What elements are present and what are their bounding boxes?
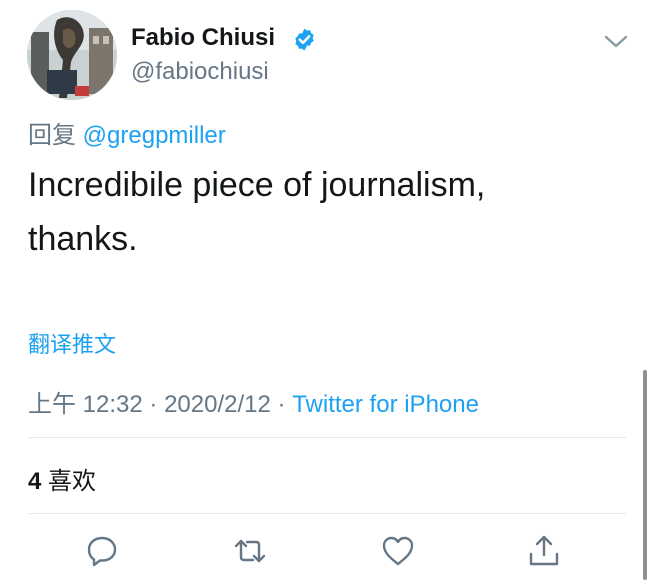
reply-context: 回复 @gregpmiller	[28, 115, 226, 150]
avatar-photo	[27, 10, 117, 100]
avatar[interactable]	[27, 10, 117, 100]
reply-mention-link[interactable]: @gregpmiller	[83, 122, 226, 149]
reply-prefix: 回复	[28, 122, 76, 149]
tweet-text: Incredibile piece of journalism, thanks.	[28, 158, 598, 266]
reply-bubble-icon[interactable]	[84, 533, 120, 569]
tweet-source-link[interactable]: Twitter for iPhone	[292, 391, 479, 418]
verified-badge-icon	[295, 28, 314, 51]
scrollbar[interactable]	[643, 370, 647, 580]
meta-separator: ·	[149, 391, 165, 418]
tweet-time: 上午 12:32	[28, 391, 143, 418]
retweet-icon[interactable]	[232, 533, 268, 569]
likes-summary[interactable]: 4 喜欢	[28, 461, 96, 496]
heart-icon[interactable]	[380, 533, 416, 569]
chevron-down-icon[interactable]	[603, 32, 629, 52]
divider	[28, 513, 626, 514]
like-label: 喜欢	[48, 468, 97, 495]
translate-tweet-link[interactable]: 翻译推文	[28, 327, 116, 359]
meta-separator: ·	[277, 391, 293, 418]
tweet-metadata: 上午 12:32 · 2020/2/12 · Twitter for iPhon…	[28, 384, 479, 419]
tweet-text-line-1: Incredibile piece of journalism,	[28, 166, 486, 204]
author-display-name[interactable]: Fabio Chiusi	[131, 24, 275, 52]
divider	[28, 437, 626, 438]
share-icon[interactable]	[526, 533, 562, 569]
tweet-date: 2020/2/12	[164, 391, 271, 418]
tweet-text-line-2: thanks.	[28, 220, 138, 258]
like-count: 4	[28, 468, 42, 495]
author-handle[interactable]: @fabiochiusi	[131, 58, 269, 86]
